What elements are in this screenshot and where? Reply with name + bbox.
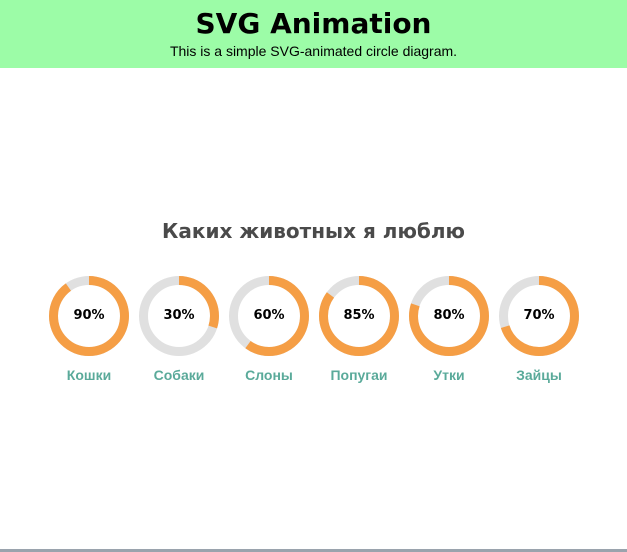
chart-label: Слоны bbox=[245, 367, 293, 383]
percent-label: 85% bbox=[343, 308, 375, 323]
page-title: SVG Animation bbox=[195, 7, 432, 40]
page-subtitle: This is a simple SVG-animated circle dia… bbox=[169, 43, 458, 59]
percent-label: 90% bbox=[73, 308, 105, 323]
chart-label: Кошки bbox=[66, 367, 112, 383]
section-title: Каких животных я люблю bbox=[162, 219, 465, 243]
circle-chart: 30% Собаки bbox=[138, 275, 220, 385]
circle-chart: 85% Попугаи bbox=[318, 275, 400, 385]
chart-label: Зайцы bbox=[516, 367, 562, 383]
percent-label: 70% bbox=[523, 308, 555, 323]
chart-label: Попугаи bbox=[330, 367, 388, 383]
circle-chart: 60% Слоны bbox=[228, 275, 310, 385]
header-banner: SVG Animation This is a simple SVG-anima… bbox=[0, 0, 627, 68]
circle-chart: 90% Кошки bbox=[48, 275, 130, 385]
circle-chart: 80% Утки bbox=[408, 275, 490, 385]
chart-label: Утки bbox=[433, 367, 465, 383]
circle-chart: 70% Зайцы bbox=[498, 275, 580, 385]
percent-label: 80% bbox=[433, 308, 465, 323]
percent-label: 60% bbox=[253, 308, 285, 323]
percent-label: 30% bbox=[163, 308, 195, 323]
chart-label: Собаки bbox=[153, 367, 205, 383]
